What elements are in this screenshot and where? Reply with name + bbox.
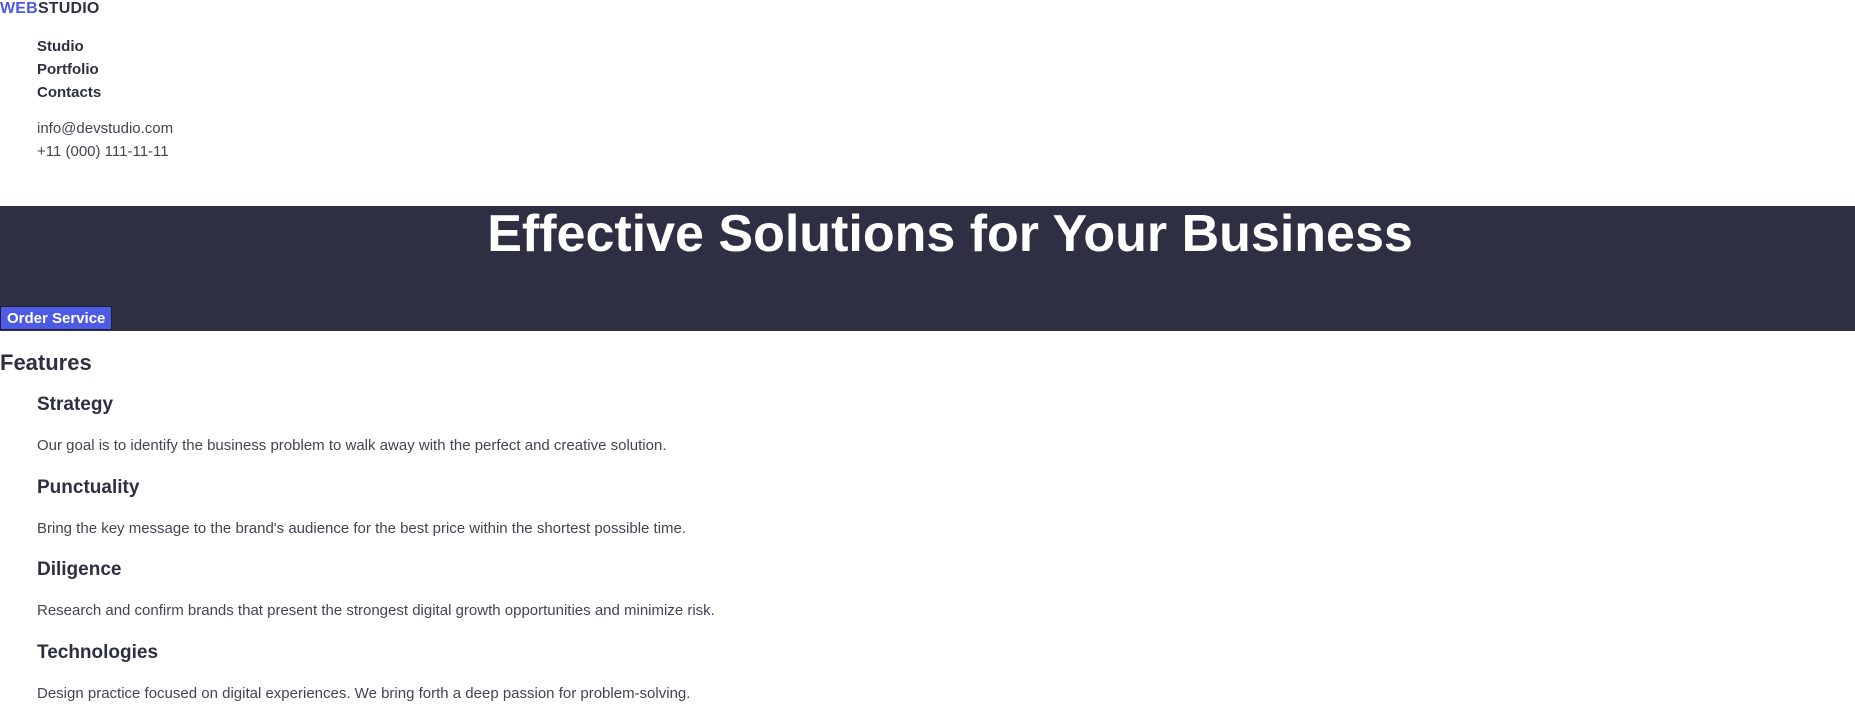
phone-link[interactable]: +11 (000) 111-11-11 [37, 140, 173, 163]
nav-link-studio[interactable]: Studio [37, 38, 84, 55]
feature-text-punctuality: Bring the key message to the brand's aud… [37, 520, 687, 537]
nav-item-contacts: Contacts [37, 81, 101, 104]
email-link[interactable]: info@devstudio.com [37, 117, 173, 140]
nav-item-portfolio: Portfolio [37, 58, 101, 81]
feature-title-technologies: Technologies [37, 642, 159, 663]
page: WEBSTUDIO Studio Portfolio Contacts info… [0, 0, 1855, 728]
features-title: Features [0, 350, 92, 375]
feature-title-strategy: Strategy [37, 394, 114, 415]
feature-text-diligence: Research and confirm brands that present… [37, 602, 715, 619]
logo-web-text: WEB [0, 0, 38, 17]
hero-title: Effective Solutions for Your Business [487, 205, 1413, 263]
feature-text-strategy: Our goal is to identify the business pro… [37, 437, 667, 454]
nav-link-portfolio[interactable]: Portfolio [37, 61, 99, 78]
feature-text-technologies: Design practice focused on digital exper… [37, 685, 691, 702]
header-contacts: info@devstudio.com +11 (000) 111-11-11 [37, 117, 173, 163]
feature-title-diligence: Diligence [37, 559, 122, 580]
logo-studio-text: STUDIO [37, 0, 100, 17]
order-service-button[interactable]: Order Service [0, 306, 113, 330]
main-nav: Studio Portfolio Contacts [37, 35, 101, 104]
feature-title-punctuality: Punctuality [37, 477, 140, 498]
logo-link[interactable]: WEBSTUDIO [0, 0, 100, 18]
hero-section: Effective Solutions for Your Business Or… [0, 206, 1855, 331]
nav-item-studio: Studio [37, 35, 101, 58]
nav-link-contacts[interactable]: Contacts [37, 84, 101, 101]
